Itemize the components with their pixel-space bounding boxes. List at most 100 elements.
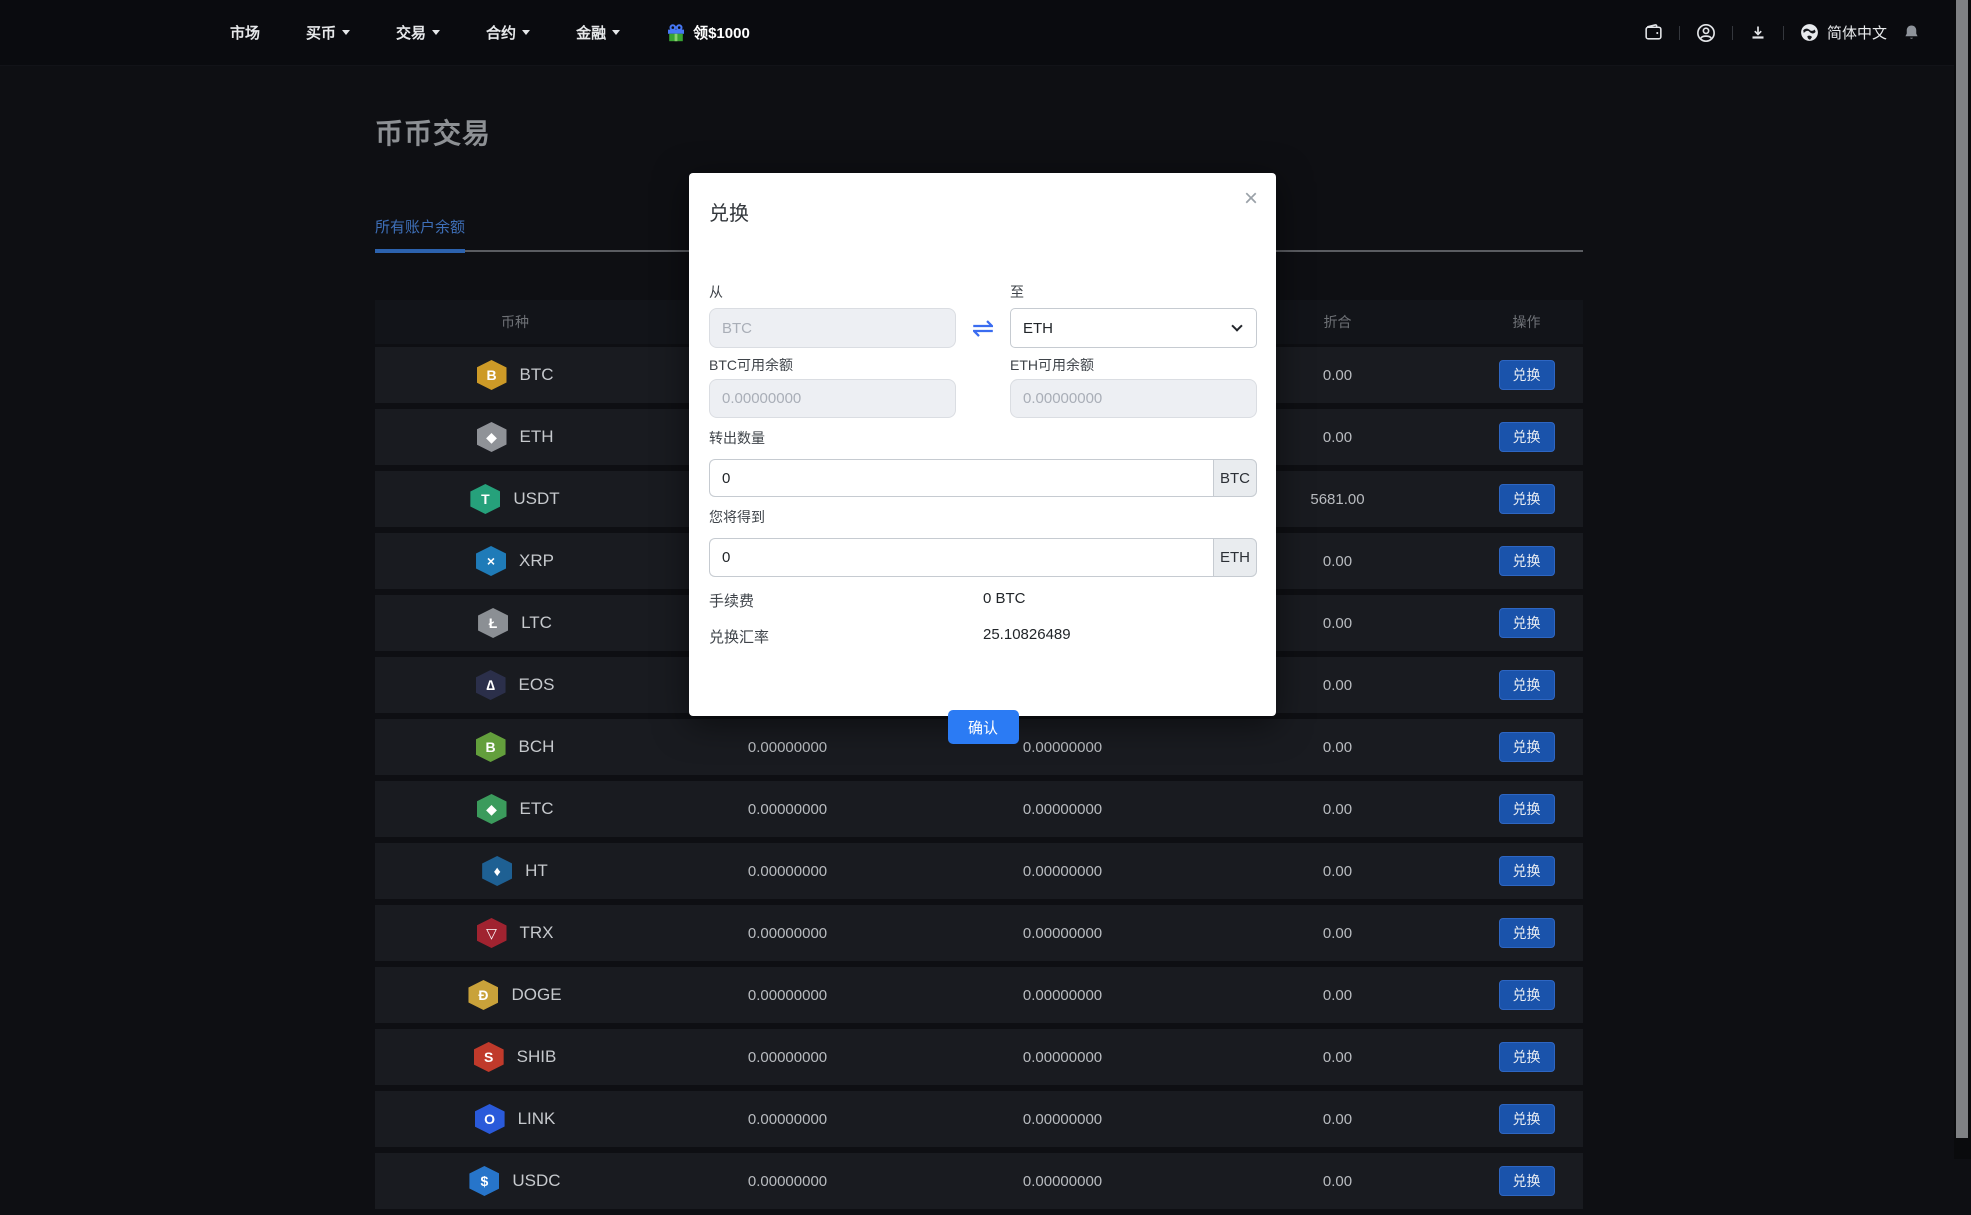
divider <box>1783 26 1784 40</box>
trx-coin-icon: ▽ <box>477 918 507 948</box>
available-cell: 0.00000000 <box>655 925 920 942</box>
nav-item-2[interactable]: 交易 <box>396 22 440 43</box>
available-cell: 0.00000000 <box>655 1111 920 1128</box>
exchange-modal: 兑换 × 从 ⇌ 至 ETH BTC可用余额 ETH可用余额 转出数量 B <box>689 173 1276 716</box>
converted-cell-value: 0.00 <box>1323 801 1352 818</box>
action-cell: 兑换 <box>1470 856 1583 886</box>
nav-item-4[interactable]: 金融 <box>576 22 620 43</box>
exchange-button[interactable]: 兑换 <box>1499 1104 1555 1134</box>
coin-cell: B BCH <box>375 732 655 762</box>
scrollbar-thumb[interactable] <box>1956 0 1968 1138</box>
converted-cell-value: 0.00 <box>1323 367 1352 384</box>
language-selector[interactable]: 简体中文 <box>1799 22 1887 43</box>
exchange-button[interactable]: 兑换 <box>1499 670 1555 700</box>
table-row-trx: ▽TRX0.000000000.000000000.00兑换 <box>375 905 1583 961</box>
promo-label: 领$1000 <box>693 22 750 43</box>
from-currency-input[interactable] <box>709 308 956 348</box>
table-row-ht: ♦HT0.000000000.000000000.00兑换 <box>375 843 1583 899</box>
wallet-icon[interactable] <box>1643 22 1664 43</box>
exchange-button[interactable]: 兑换 <box>1499 918 1555 948</box>
exchange-button[interactable]: 兑换 <box>1499 732 1555 762</box>
coin-symbol: LTC <box>521 613 552 633</box>
coin-cell: ▽TRX <box>375 918 655 948</box>
nav-item-0[interactable]: 市场 <box>230 22 260 43</box>
action-cell: 兑换 <box>1470 546 1583 576</box>
converted-cell-value: 0.00 <box>1323 1173 1352 1190</box>
action-cell: 兑换 <box>1470 484 1583 514</box>
chevron-down-icon <box>1231 320 1242 331</box>
converted-cell: 0.00 <box>1205 987 1470 1004</box>
chevron-down-icon <box>522 30 530 35</box>
converted-cell-value: 0.00 <box>1323 677 1352 694</box>
language-label: 简体中文 <box>1827 22 1887 43</box>
bch-coin-icon: B <box>476 732 506 762</box>
coin-symbol: XRP <box>519 551 554 571</box>
user-account-icon[interactable] <box>1695 22 1717 44</box>
exchange-button[interactable]: 兑换 <box>1499 1166 1555 1196</box>
converted-cell: 0.00 <box>1205 1049 1470 1066</box>
converted-cell: 0.00 <box>1205 739 1470 756</box>
to-balance-input[interactable] <box>1010 379 1257 418</box>
exchange-button[interactable]: 兑换 <box>1499 546 1555 576</box>
globe-icon <box>1799 22 1820 43</box>
coin-symbol: BTC <box>520 365 554 385</box>
exchange-button[interactable]: 兑换 <box>1499 608 1555 638</box>
download-icon[interactable] <box>1748 23 1768 43</box>
frozen-cell: 0.00000000 <box>920 925 1205 942</box>
action-cell: 兑换 <box>1470 732 1583 762</box>
available-cell: 0.00000000 <box>655 739 920 756</box>
column-header: 币种 <box>375 312 655 332</box>
action-cell: 兑换 <box>1470 980 1583 1010</box>
main-menu: 市场 买币 交易 合约 金融 <box>230 22 666 43</box>
exchange-button[interactable]: 兑换 <box>1499 422 1555 452</box>
close-icon[interactable]: × <box>1244 187 1258 211</box>
amount-unit: BTC <box>1213 459 1257 497</box>
modal-title: 兑换 <box>709 197 1257 226</box>
frozen-cell: 0.00000000 <box>920 863 1205 880</box>
action-cell: 兑换 <box>1470 918 1583 948</box>
converted-cell-value: 5681.00 <box>1310 491 1364 508</box>
receive-input[interactable] <box>709 538 1213 577</box>
promo-button[interactable]: 领$1000 <box>666 22 750 43</box>
converted-cell: 0.00 <box>1205 925 1470 942</box>
converted-cell: 0.00 <box>1205 1111 1470 1128</box>
receive-unit: ETH <box>1213 538 1257 577</box>
notifications-bell-icon[interactable] <box>1902 23 1921 42</box>
currency-row: 从 ⇌ 至 ETH <box>709 282 1257 348</box>
from-balance-label: BTC可用余额 <box>709 355 956 375</box>
exchange-button[interactable]: 兑换 <box>1499 980 1555 1010</box>
available-cell-value: 0.00000000 <box>748 1111 827 1128</box>
exchange-button[interactable]: 兑换 <box>1499 1042 1555 1072</box>
nav-item-3[interactable]: 合约 <box>486 22 530 43</box>
receive-label: 您将得到 <box>709 507 1257 527</box>
tab-all-account-balances[interactable]: 所有账户余额 <box>375 216 465 250</box>
scrollbar[interactable] <box>1954 0 1971 1159</box>
balances-row: BTC可用余额 ETH可用余额 <box>709 355 1257 418</box>
amount-input[interactable] <box>709 459 1213 497</box>
coin-cell: ×XRP <box>375 546 655 576</box>
exchange-button[interactable]: 兑换 <box>1499 484 1555 514</box>
frozen-cell-value: 0.00000000 <box>1023 739 1102 756</box>
coin-cell: ◆ETC <box>375 794 655 824</box>
from-balance-input[interactable] <box>709 379 956 418</box>
rate-label: 兑换汇率 <box>709 626 983 647</box>
fee-value: 0 BTC <box>983 590 1026 611</box>
to-currency-select[interactable]: ETH <box>1010 308 1257 348</box>
frozen-cell-value: 0.00000000 <box>1023 801 1102 818</box>
converted-cell-value: 0.00 <box>1323 1111 1352 1128</box>
exchange-button[interactable]: 兑换 <box>1499 856 1555 886</box>
table-row-doge: ÐDOGE0.000000000.000000000.00兑换 <box>375 967 1583 1023</box>
exchange-button[interactable]: 兑换 <box>1499 360 1555 390</box>
coin-symbol: USDC <box>512 1171 560 1191</box>
coin-symbol: BCH <box>519 737 555 757</box>
usdc-coin-icon: $ <box>469 1166 499 1196</box>
exchange-button[interactable]: 兑换 <box>1499 794 1555 824</box>
confirm-button[interactable]: 确认 <box>948 710 1019 744</box>
coin-cell: ŁLTC <box>375 608 655 638</box>
nav-item-1[interactable]: 买币 <box>306 22 350 43</box>
swap-arrows-icon[interactable]: ⇌ <box>972 315 995 342</box>
table-row-usdc: $USDC0.000000000.000000000.00兑换 <box>375 1153 1583 1209</box>
nav-item-label: 交易 <box>396 22 426 43</box>
chevron-down-icon <box>612 30 620 35</box>
nav-item-label: 金融 <box>576 22 606 43</box>
